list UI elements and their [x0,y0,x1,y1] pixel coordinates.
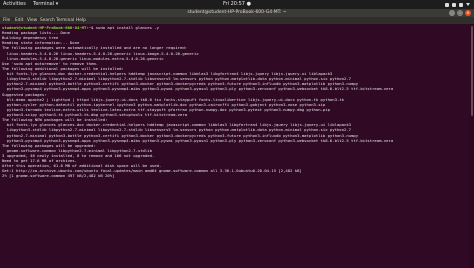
power-icon [459,2,463,7]
download-progress-line: 2% [1 gnome-software-common 497 kB/2,482… [2,173,115,179]
menu-search[interactable]: Search [40,17,55,24]
menu-edit[interactable]: Edit [15,17,23,24]
window-titlebar[interactable]: student@student-HP-ProBook-600-G4-MT: ~ … [0,9,474,17]
window-controls: – □ × [449,10,471,16]
terminal-window: student@student-HP-ProBook-600-G4-MT: ~ … [0,9,474,268]
menu-file[interactable]: File [3,17,10,24]
maximize-button[interactable]: □ [457,10,463,16]
system-status-area[interactable] [445,0,470,9]
desktop-screen: Activities Terminal ▾ Fri 20:57 ● studen… [0,0,474,268]
app-menu-button[interactable]: Terminal ▾ [33,0,58,9]
terminal-scrollbar[interactable] [470,24,474,268]
menu-view[interactable]: View [27,17,37,24]
activities-button[interactable]: Activities [3,0,26,9]
menu-arrow-icon [466,3,470,6]
terminal-output[interactable]: student@student-HP-ProBook-600-G4-MT:~$ … [0,24,470,268]
menu-terminal[interactable]: Terminal [56,17,74,24]
scrollbar-thumb[interactable] [471,26,473,116]
volume-icon [452,2,456,7]
terminal-line: python3-pysnmp4 python3-pysnmp4-apps pyt… [2,86,394,92]
clock-button[interactable]: Fri 20:57 ● [216,0,258,9]
prompt-path: ~ [88,25,92,30]
close-button[interactable]: × [465,10,471,16]
gnome-top-bar: Activities Terminal ▾ Fri 20:57 ● [0,0,474,9]
menu-help[interactable]: Help [76,17,86,24]
window-title: student@student-HP-ProBook-600-G4-MT: ~ [187,10,287,15]
network-icon [445,2,449,7]
minimize-button[interactable]: – [449,10,455,16]
menu-bar: File Edit View Search Terminal Help [0,17,474,24]
